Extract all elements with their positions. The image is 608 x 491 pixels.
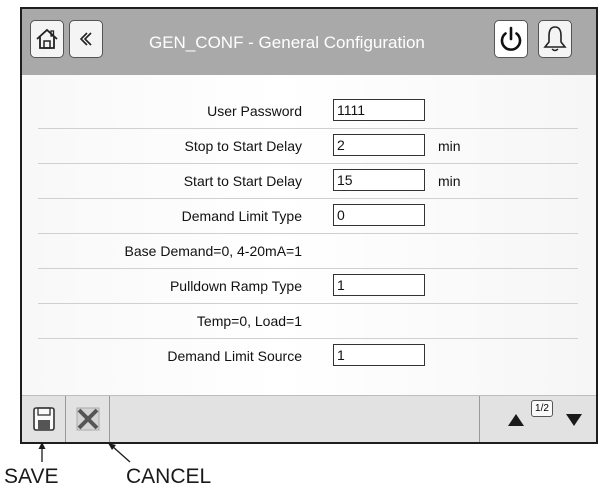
demand-limit-source-field[interactable]: 1 xyxy=(333,344,425,366)
param-label: Pulldown Ramp Type xyxy=(169,278,302,294)
annotation-arrows xyxy=(38,442,131,463)
param-row-pulldown-ramp-type: Pulldown Ramp Type 1 xyxy=(38,269,578,304)
screen-frame: GEN_CONF - General Configuration User Pa… xyxy=(20,7,598,444)
power-icon xyxy=(500,26,522,51)
param-label: Start to Start Delay xyxy=(183,173,302,189)
back-icon xyxy=(79,32,92,46)
param-label: Demand Limit Type xyxy=(181,208,302,224)
page-indicator: 1/2 xyxy=(531,400,553,417)
user-password-field[interactable]: 1111 xyxy=(333,99,425,121)
pulldown-ramp-type-field[interactable]: 1 xyxy=(333,274,425,296)
power-button[interactable] xyxy=(494,20,528,58)
up-arrow-icon[interactable] xyxy=(507,413,525,427)
save-icon xyxy=(32,407,55,431)
param-label: User Password xyxy=(207,103,302,119)
page-title: GEN_CONF - General Configuration xyxy=(149,33,425,52)
home-button[interactable] xyxy=(30,20,64,58)
param-row-start-to-start-delay: Start to Start Delay 15 min xyxy=(38,164,578,199)
footer-bar: 1/2 xyxy=(22,395,596,442)
param-label: Stop to Start Delay xyxy=(184,138,302,154)
parameter-list: User Password 1111 Stop to Start Delay 2… xyxy=(22,75,596,395)
cancel-button[interactable] xyxy=(66,396,110,442)
demand-limit-type-field[interactable]: 0 xyxy=(333,204,425,226)
unit-label: min xyxy=(438,173,461,189)
unit-label: min xyxy=(438,138,461,154)
start-to-start-delay-field[interactable]: 15 xyxy=(333,169,425,191)
param-row-temp-load-hint: Temp=0, Load=1 xyxy=(38,304,578,339)
back-button[interactable] xyxy=(69,20,103,58)
param-hint: Temp=0, Load=1 xyxy=(196,313,302,329)
header-bar: GEN_CONF - General Configuration xyxy=(22,9,596,75)
param-row-stop-to-start-delay: Stop to Start Delay 2 min xyxy=(38,129,578,164)
save-button[interactable] xyxy=(22,396,66,442)
alarm-button[interactable] xyxy=(538,20,572,58)
save-annotation: SAVE xyxy=(4,465,59,488)
param-row-base-demand-hint: Base Demand=0, 4-20mA=1 xyxy=(38,234,578,269)
cancel-icon xyxy=(76,407,99,431)
pager: 1/2 xyxy=(479,396,596,442)
param-label: Demand Limit Source xyxy=(167,348,302,364)
bell-icon xyxy=(543,26,567,52)
param-row-user-password: User Password 1111 xyxy=(38,94,578,129)
home-icon xyxy=(36,28,58,49)
param-row-demand-limit-type: Demand Limit Type 0 xyxy=(38,199,578,234)
down-arrow-icon[interactable] xyxy=(565,413,583,427)
stop-to-start-delay-field[interactable]: 2 xyxy=(333,134,425,156)
param-row-demand-limit-source: Demand Limit Source 1 xyxy=(38,339,578,374)
param-hint: Base Demand=0, 4-20mA=1 xyxy=(124,243,302,259)
cancel-annotation: CANCEL xyxy=(126,465,212,488)
